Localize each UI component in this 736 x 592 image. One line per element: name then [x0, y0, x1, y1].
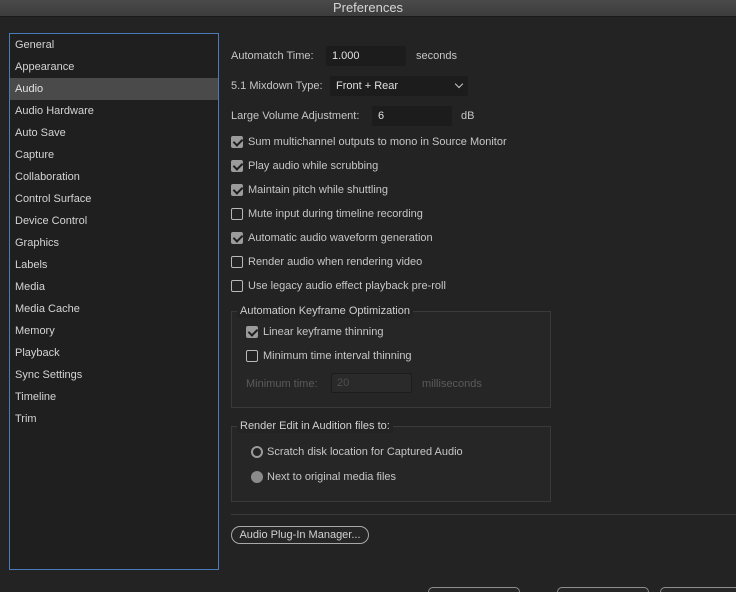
sidebar-item-playback[interactable]: Playback: [10, 342, 218, 364]
sidebar-item-trim[interactable]: Trim: [10, 408, 218, 430]
render-audition-title: Render Edit in Audition files to:: [237, 419, 393, 433]
mute-input-checkbox[interactable]: [231, 208, 243, 220]
automatch-time-unit: seconds: [416, 50, 457, 62]
maintain-pitch-label: Maintain pitch while shuttling: [248, 184, 389, 196]
next-to-original-label: Next to original media files: [267, 471, 397, 483]
sidebar-item-control-surface[interactable]: Control Surface: [10, 188, 218, 210]
scratch-disk-radio[interactable]: [251, 446, 263, 458]
maintain-pitch-checkbox[interactable]: [231, 184, 243, 196]
auto-waveform-label: Automatic audio waveform generation: [248, 232, 433, 244]
legacy-preroll-checkbox[interactable]: [231, 280, 243, 292]
large-volume-adjustment-input[interactable]: 6: [372, 106, 452, 126]
large-volume-adjustment-label: Large Volume Adjustment:: [231, 110, 360, 122]
mute-input-label: Mute input during timeline recording: [248, 208, 423, 220]
scratch-disk-label: Scratch disk location for Captured Audio: [267, 446, 463, 458]
sidebar-item-media[interactable]: Media: [10, 276, 218, 298]
next-to-original-radio[interactable]: [251, 471, 263, 483]
min-time-unit: milliseconds: [422, 378, 482, 390]
sidebar-item-timeline[interactable]: Timeline: [10, 386, 218, 408]
min-interval-label: Minimum time interval thinning: [263, 350, 412, 362]
sidebar-item-auto-save[interactable]: Auto Save: [10, 122, 218, 144]
min-time-label: Minimum time:: [246, 378, 318, 390]
sidebar-item-audio[interactable]: Audio: [10, 78, 218, 100]
play-audio-scrubbing-checkbox[interactable]: [231, 160, 243, 172]
large-volume-adjustment-unit: dB: [461, 110, 475, 122]
automatch-time-label: Automatch Time:: [231, 50, 314, 62]
linear-keyframe-checkbox[interactable]: [246, 326, 258, 338]
sum-multichannel-checkbox[interactable]: [231, 136, 243, 148]
dialog-button-partial[interactable]: [660, 587, 736, 592]
render-audio-checkbox[interactable]: [231, 256, 243, 268]
render-audio-label: Render audio when rendering video: [248, 256, 423, 268]
mixdown-type-select[interactable]: Front + Rear: [330, 76, 468, 96]
legacy-preroll-label: Use legacy audio effect playback pre-rol…: [248, 280, 446, 292]
min-interval-checkbox[interactable]: [246, 350, 258, 362]
linear-keyframe-label: Linear keyframe thinning: [263, 326, 384, 338]
min-time-input[interactable]: 20: [331, 373, 412, 393]
sidebar-item-memory[interactable]: Memory: [10, 320, 218, 342]
sidebar-item-labels[interactable]: Labels: [10, 254, 218, 276]
mixdown-type-label: 5.1 Mixdown Type:: [231, 80, 323, 92]
automation-keyframe-title: Automation Keyframe Optimization: [237, 304, 413, 318]
sidebar-item-appearance[interactable]: Appearance: [10, 56, 218, 78]
mixdown-type-value: Front + Rear: [336, 80, 399, 92]
auto-waveform-checkbox[interactable]: [231, 232, 243, 244]
sidebar-item-collaboration[interactable]: Collaboration: [10, 166, 218, 188]
section-divider: [231, 514, 736, 515]
play-audio-scrubbing-label: Play audio while scrubbing: [248, 160, 379, 172]
sidebar-item-media-cache[interactable]: Media Cache: [10, 298, 218, 320]
automatch-time-input[interactable]: 1.000: [326, 46, 406, 66]
dialog-button-partial[interactable]: [428, 587, 520, 592]
sum-multichannel-label: Sum multichannel outputs to mono in Sour…: [248, 136, 507, 148]
sidebar-item-general[interactable]: General: [10, 34, 218, 56]
sidebar-item-graphics[interactable]: Graphics: [10, 232, 218, 254]
window-title: Preferences: [0, 0, 736, 17]
render-audition-group: [231, 426, 551, 502]
chevron-down-icon: [454, 79, 464, 89]
sidebar-item-sync-settings[interactable]: Sync Settings: [10, 364, 218, 386]
preferences-category-list: General Appearance Audio Audio Hardware …: [9, 33, 219, 570]
sidebar-item-device-control[interactable]: Device Control: [10, 210, 218, 232]
audio-plugin-manager-button[interactable]: Audio Plug-In Manager...: [231, 526, 369, 544]
sidebar-item-audio-hardware[interactable]: Audio Hardware: [10, 100, 218, 122]
sidebar-item-capture[interactable]: Capture: [10, 144, 218, 166]
dialog-button-partial[interactable]: [557, 587, 649, 592]
